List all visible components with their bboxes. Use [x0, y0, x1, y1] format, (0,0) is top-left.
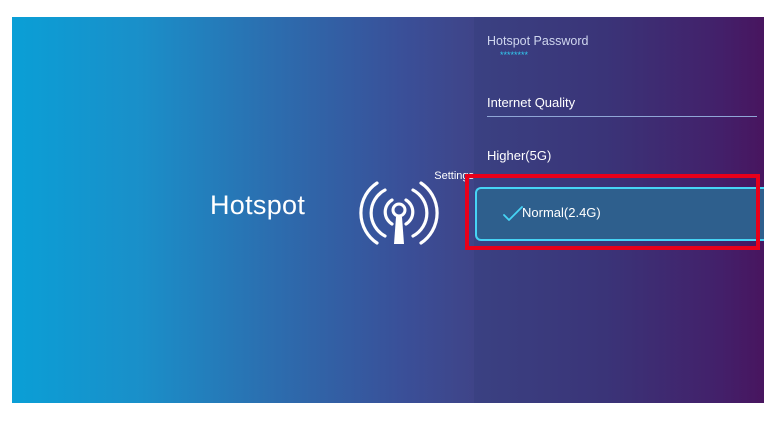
internet-quality-label: Internet Quality [487, 95, 576, 110]
screen: Settings Hotspot Hotspot Password ******… [0, 0, 764, 430]
hotspot-password-label[interactable]: Hotspot Password [487, 34, 588, 48]
wifi-antenna-icon [359, 181, 439, 245]
option-higher-5g[interactable]: Higher(5G) [487, 148, 551, 163]
section-divider [487, 116, 757, 117]
highlight-frame [465, 174, 760, 250]
hotspot-password-value: ******** [500, 50, 529, 60]
page-title: Hotspot [210, 190, 306, 220]
